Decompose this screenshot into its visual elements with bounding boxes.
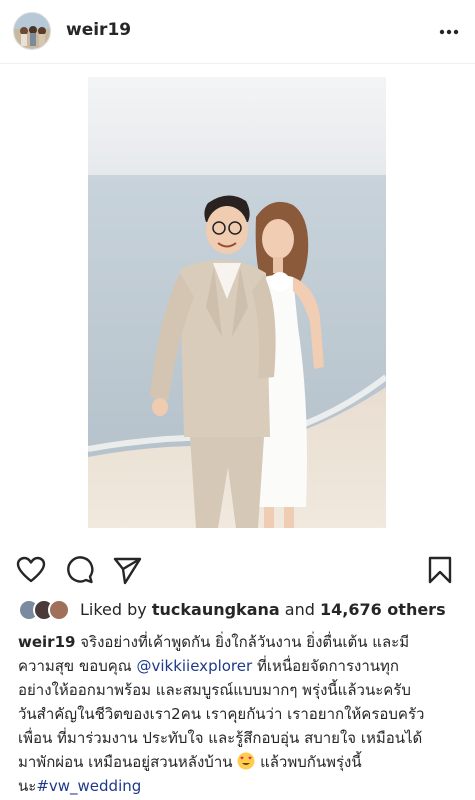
caption-line: ความสุข ขอบคุณ @vikkiiexplorer ที่เหนื่อ… — [18, 654, 463, 678]
comment-icon[interactable] — [63, 554, 95, 586]
likes-row: Liked by tuckaungkana and 14,676 others — [18, 598, 468, 626]
action-bar — [0, 550, 475, 590]
post-caption: weir19 จริงอย่างที่เค้าพูดกัน ยิ่งใกล้วั… — [18, 630, 463, 798]
caption-text: มาพักผ่อน เหมือนอยู่สวนหลังบ้าน — [18, 753, 233, 771]
post-username[interactable]: weir19 — [66, 20, 131, 40]
likes-joiner: and — [284, 600, 315, 619]
post-header: weir19 — [0, 0, 475, 64]
caption-text: นะ — [18, 777, 37, 795]
caption-text: แล้วพบกันพรุ่งนี้ — [260, 753, 362, 771]
caption-line: นะ#vw_wedding — [18, 774, 463, 798]
caption-mention-link[interactable]: @vikkiiexplorer — [136, 657, 252, 675]
caption-hashtag-link[interactable]: #vw_wedding — [36, 777, 141, 795]
heart-icon[interactable] — [15, 554, 47, 586]
liker-username[interactable]: tuckaungkana — [152, 600, 280, 619]
caption-username[interactable]: weir19 — [18, 633, 75, 651]
likes-summary: Liked by tuckaungkana and 14,676 others — [80, 600, 446, 619]
post-photo[interactable] — [88, 77, 386, 528]
caption-text: ที่เหนื่อยจัดการงานทุก — [256, 657, 399, 675]
profile-avatar[interactable] — [13, 12, 51, 50]
heart-eyes-emoji — [237, 752, 255, 770]
liker-avatar[interactable] — [48, 599, 70, 621]
caption-line: มาพักผ่อน เหมือนอยู่สวนหลังบ้าน แล้วพบกั… — [18, 750, 463, 774]
liker-avatars[interactable] — [18, 599, 78, 623]
likes-count[interactable]: 14,676 others — [320, 600, 446, 619]
bookmark-icon[interactable] — [424, 554, 456, 586]
likes-prefix: Liked by — [80, 600, 147, 619]
caption-line: อย่างให้ออกมาพร้อม และสมบูรณ์แบบมากๆ พรุ… — [18, 681, 411, 699]
caption-line: weir19 จริงอย่างที่เค้าพูดกัน ยิ่งใกล้วั… — [18, 630, 463, 654]
more-horizontal-icon[interactable] — [432, 20, 466, 44]
caption-line: วันสำคัญในชีวิตของเรา2คน เราคุยกันว่า เร… — [18, 705, 425, 723]
caption-text: จริงอย่างที่เค้าพูดกัน ยิ่งใกล้วันงาน ยิ… — [80, 633, 410, 651]
caption-line: เพื่อน ที่มาร่วมงาน ประทับใจ และรู้สึกอบ… — [18, 729, 423, 747]
send-icon[interactable] — [111, 554, 143, 586]
caption-text: ความสุข ขอบคุณ — [18, 657, 132, 675]
